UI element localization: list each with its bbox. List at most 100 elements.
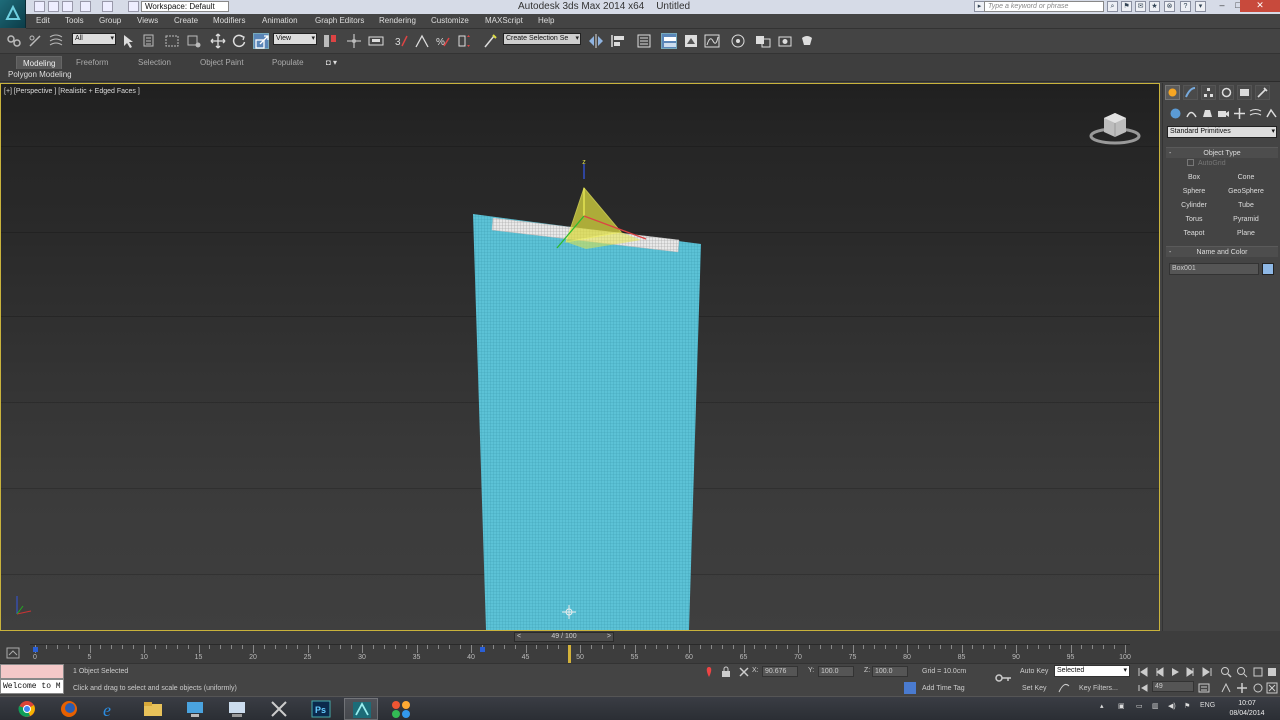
helpers-icon[interactable] (1233, 107, 1246, 120)
photoshop-icon[interactable]: Ps (304, 698, 338, 720)
viewcube-icon[interactable] (1089, 106, 1145, 146)
key-tangent-icon[interactable] (1058, 681, 1070, 693)
favorites-icon[interactable]: ★ (1149, 1, 1160, 12)
tray-expand-icon[interactable]: ▴ (1100, 702, 1104, 710)
menu-views[interactable]: Views (137, 16, 158, 25)
select-manipulate-icon[interactable] (346, 33, 362, 49)
angle-snap-icon[interactable] (414, 33, 430, 49)
menu-animation[interactable]: Animation (262, 16, 298, 25)
object-type-rollout[interactable]: Object Type (1166, 147, 1278, 159)
scene-explorer-icon[interactable] (636, 33, 652, 49)
object-color-swatch[interactable] (1262, 263, 1274, 275)
animation-key-marker[interactable] (479, 647, 485, 652)
menu-edit[interactable]: Edit (36, 16, 50, 25)
track-bar[interactable]: 0 5 10 15 20 25 30 35 40 45 50 55 60 65 70 75 80 85 90 95 10… (30, 644, 1131, 663)
object-name-input[interactable]: Box001 (1169, 263, 1259, 275)
select-by-name-icon[interactable] (142, 33, 158, 49)
bind-space-warp-icon[interactable] (48, 33, 64, 49)
tray-app-icon[interactable]: ▣ (1118, 702, 1125, 710)
selection-filter-dropdown[interactable]: All (72, 33, 116, 45)
computer-icon[interactable] (220, 698, 254, 720)
save-file-icon[interactable] (62, 1, 73, 12)
tube-button[interactable]: Tube (1221, 200, 1271, 211)
pivot-center-icon[interactable] (322, 33, 338, 49)
systems-icon[interactable] (1265, 107, 1278, 120)
menu-rendering[interactable]: Rendering (379, 16, 416, 25)
select-link-icon[interactable] (6, 33, 22, 49)
previous-frame-icon[interactable] (1153, 666, 1165, 678)
pyramid-button[interactable]: Pyramid (1221, 214, 1271, 225)
material-editor-icon[interactable] (755, 33, 771, 49)
project-folder-icon[interactable] (128, 1, 139, 12)
rect-selection-icon[interactable] (164, 33, 180, 49)
y-coordinate-input[interactable]: 100.0 (818, 666, 854, 677)
ribbon-panel-title[interactable]: Polygon Modeling (8, 70, 72, 79)
set-key-button[interactable]: Set Key (1022, 685, 1047, 692)
current-frame-input[interactable]: 49 (1152, 681, 1194, 692)
spinner-snap-icon[interactable] (456, 33, 472, 49)
mirror-icon[interactable] (588, 33, 604, 49)
animation-key-marker[interactable] (33, 647, 38, 652)
tray-monitor-icon[interactable]: ▭ (1136, 702, 1143, 710)
app-launcher-icon[interactable] (384, 698, 418, 720)
search-icon[interactable]: ⌕ (1107, 1, 1118, 12)
create-tab-icon[interactable] (1165, 85, 1180, 100)
key-mode-toggle-icon[interactable] (1137, 682, 1149, 694)
pan-view-icon[interactable] (1236, 682, 1248, 694)
scale-icon[interactable] (253, 33, 269, 49)
x-coordinate-input[interactable]: 90.676 (762, 666, 798, 677)
percent-snap-icon[interactable]: % (435, 33, 451, 49)
window-crossing-icon[interactable] (186, 33, 202, 49)
zoom-extents-all-icon[interactable] (1266, 666, 1278, 678)
keyboard-shortcut-icon[interactable] (368, 33, 384, 49)
perspective-viewport[interactable]: [+] [Perspective ] [Realistic + Edged Fa… (0, 83, 1160, 631)
time-config-icon[interactable] (1198, 682, 1210, 694)
workspace-dropdown[interactable]: Workspace: Default (141, 1, 229, 12)
sphere-button[interactable]: Sphere (1169, 186, 1219, 197)
current-frame-marker[interactable] (568, 645, 572, 663)
menu-help[interactable]: Help (538, 16, 554, 25)
help-dropdown-icon[interactable]: ▾ (1195, 1, 1206, 12)
render-production-icon[interactable] (799, 33, 815, 49)
align-icon[interactable] (610, 33, 626, 49)
time-tag-icon[interactable] (904, 682, 916, 694)
snaps-toggle-icon[interactable]: 3 (394, 33, 410, 49)
curve-editor-icon[interactable] (704, 33, 720, 49)
redo-icon[interactable] (102, 1, 113, 12)
file-explorer-icon[interactable] (136, 698, 170, 720)
unlink-icon[interactable] (27, 33, 43, 49)
graphite-toggle-icon[interactable] (683, 33, 699, 49)
3ds-max-taskbar-icon[interactable] (344, 698, 378, 720)
scene-canvas[interactable]: z (1, 84, 1159, 630)
layer-explorer-icon[interactable] (661, 33, 677, 49)
network-tray-icon[interactable]: ▥ (1152, 702, 1159, 710)
edit-named-selection-icon[interactable] (482, 33, 498, 49)
zoom-icon[interactable] (1220, 666, 1232, 678)
settings-icon[interactable] (262, 698, 296, 720)
maxscript-listener-top[interactable] (0, 664, 64, 679)
subscription-icon[interactable]: ⚑ (1121, 1, 1132, 12)
autogrid-checkbox[interactable]: AutoGrid (1187, 159, 1226, 167)
select-object-icon[interactable] (120, 33, 136, 49)
field-of-view-icon[interactable] (1220, 682, 1232, 694)
menu-maxscript[interactable]: MAXScript (485, 16, 523, 25)
open-file-icon[interactable] (48, 1, 59, 12)
move-icon[interactable] (210, 33, 226, 49)
render-setup-icon[interactable] (777, 33, 793, 49)
box-button[interactable]: Box (1169, 172, 1219, 183)
go-to-start-icon[interactable] (1137, 666, 1149, 678)
tab-modeling[interactable]: Modeling (16, 56, 63, 69)
undo-icon[interactable] (80, 1, 91, 12)
add-time-tag-button[interactable]: Add Time Tag (922, 685, 965, 692)
menu-graph-editors[interactable]: Graph Editors (315, 16, 364, 25)
plane-button[interactable]: Plane (1221, 228, 1271, 239)
system-clock[interactable]: 10:07 08/04/2014 (1222, 699, 1272, 719)
utilities-tab-icon[interactable] (1255, 85, 1270, 100)
tab-populate[interactable]: Populate (266, 56, 310, 69)
cameras-icon[interactable] (1217, 107, 1230, 120)
volume-icon[interactable]: ◀) (1168, 702, 1176, 710)
menu-create[interactable]: Create (174, 16, 198, 25)
language-indicator[interactable]: ENG (1200, 702, 1215, 709)
play-icon[interactable] (1169, 666, 1181, 678)
maxscript-listener-input[interactable]: Welcome to M (0, 679, 64, 694)
